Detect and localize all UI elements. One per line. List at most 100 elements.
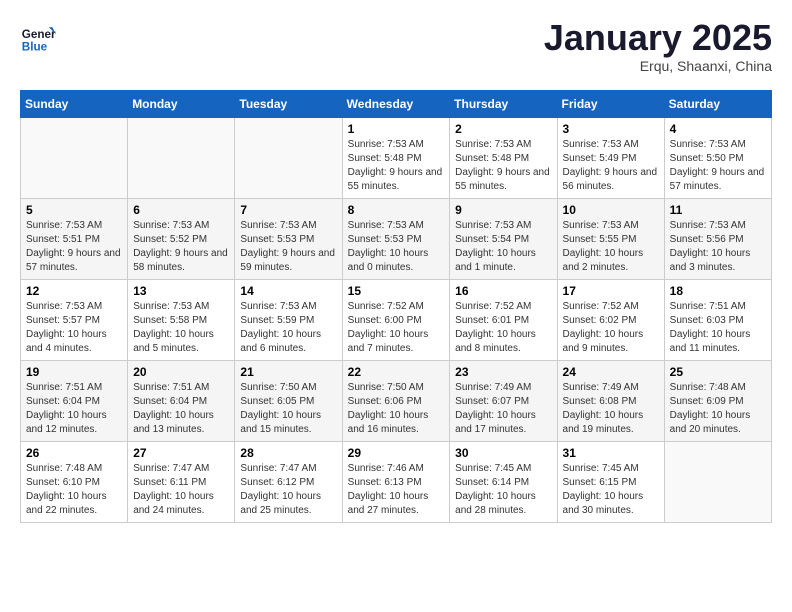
- day-cell: 26 Sunrise: 7:48 AMSunset: 6:10 PMDayligh…: [21, 442, 128, 523]
- week-row-3: 12 Sunrise: 7:53 AMSunset: 5:57 PMDayligh…: [21, 280, 772, 361]
- day-number: 5: [26, 203, 122, 217]
- day-info: Sunrise: 7:53 AMSunset: 5:51 PMDaylight:…: [26, 219, 122, 275]
- day-number: 26: [26, 446, 122, 460]
- day-number: 7: [240, 203, 336, 217]
- day-cell: [664, 442, 771, 523]
- logo: General Blue: [20, 20, 56, 56]
- day-cell: 29 Sunrise: 7:46 AMSunset: 6:13 PMDayligh…: [342, 442, 450, 523]
- day-cell: [21, 118, 128, 199]
- day-info: Sunrise: 7:49 AMSunset: 6:08 PMDaylight:…: [563, 381, 659, 437]
- day-info: Sunrise: 7:53 AMSunset: 5:50 PMDaylight:…: [670, 138, 766, 194]
- day-cell: 24 Sunrise: 7:49 AMSunset: 6:08 PMDayligh…: [557, 361, 664, 442]
- day-number: 15: [348, 284, 445, 298]
- day-cell: 6 Sunrise: 7:53 AMSunset: 5:52 PMDaylight…: [128, 199, 235, 280]
- day-cell: 14 Sunrise: 7:53 AMSunset: 5:59 PMDayligh…: [235, 280, 342, 361]
- day-info: Sunrise: 7:53 AMSunset: 5:53 PMDaylight:…: [348, 219, 445, 275]
- day-info: Sunrise: 7:52 AMSunset: 6:00 PMDaylight:…: [348, 300, 445, 356]
- day-info: Sunrise: 7:45 AMSunset: 6:15 PMDaylight:…: [563, 462, 659, 518]
- day-number: 31: [563, 446, 659, 460]
- day-info: Sunrise: 7:52 AMSunset: 6:01 PMDaylight:…: [455, 300, 551, 356]
- day-info: Sunrise: 7:53 AMSunset: 5:57 PMDaylight:…: [26, 300, 122, 356]
- day-cell: 3 Sunrise: 7:53 AMSunset: 5:49 PMDaylight…: [557, 118, 664, 199]
- day-number: 8: [348, 203, 445, 217]
- day-info: Sunrise: 7:50 AMSunset: 6:05 PMDaylight:…: [240, 381, 336, 437]
- day-info: Sunrise: 7:51 AMSunset: 6:04 PMDaylight:…: [26, 381, 122, 437]
- day-cell: 13 Sunrise: 7:53 AMSunset: 5:58 PMDayligh…: [128, 280, 235, 361]
- weekday-header-row: SundayMondayTuesdayWednesdayThursdayFrid…: [21, 91, 772, 118]
- day-cell: 4 Sunrise: 7:53 AMSunset: 5:50 PMDaylight…: [664, 118, 771, 199]
- day-cell: 18Sunrise: 7:51 AMSunset: 6:03 PMDayligh…: [664, 280, 771, 361]
- day-info: Sunrise: 7:53 AMSunset: 5:48 PMDaylight:…: [348, 138, 445, 194]
- day-number: 24: [563, 365, 659, 379]
- day-number: 10: [563, 203, 659, 217]
- day-info: Sunrise: 7:50 AMSunset: 6:06 PMDaylight:…: [348, 381, 445, 437]
- svg-text:Blue: Blue: [22, 41, 48, 54]
- day-info: Sunrise: 7:53 AMSunset: 5:58 PMDaylight:…: [133, 300, 229, 356]
- day-number: 6: [133, 203, 229, 217]
- day-info: Sunrise: 7:53 AMSunset: 5:59 PMDaylight:…: [240, 300, 336, 356]
- week-row-5: 26 Sunrise: 7:48 AMSunset: 6:10 PMDayligh…: [21, 442, 772, 523]
- day-info: Sunrise: 7:46 AMSunset: 6:13 PMDaylight:…: [348, 462, 445, 518]
- weekday-header-sunday: Sunday: [21, 91, 128, 118]
- day-info: Sunrise: 7:51 AMSunset: 6:03 PMDaylight:…: [670, 300, 766, 356]
- day-info: Sunrise: 7:48 AMSunset: 6:10 PMDaylight:…: [26, 462, 122, 518]
- day-number: 13: [133, 284, 229, 298]
- weekday-header-saturday: Saturday: [664, 91, 771, 118]
- day-cell: 31 Sunrise: 7:45 AMSunset: 6:15 PMDayligh…: [557, 442, 664, 523]
- week-row-1: 1Sunrise: 7:53 AMSunset: 5:48 PMDaylight…: [21, 118, 772, 199]
- day-cell: 28 Sunrise: 7:47 AMSunset: 6:12 PMDayligh…: [235, 442, 342, 523]
- day-number: 30: [455, 446, 551, 460]
- title-block: January 2025 Erqu, Shaanxi, China: [544, 20, 772, 74]
- day-info: Sunrise: 7:53 AMSunset: 5:55 PMDaylight:…: [563, 219, 659, 275]
- day-cell: 27 Sunrise: 7:47 AMSunset: 6:11 PMDayligh…: [128, 442, 235, 523]
- day-info: Sunrise: 7:47 AMSunset: 6:11 PMDaylight:…: [133, 462, 229, 518]
- day-info: Sunrise: 7:45 AMSunset: 6:14 PMDaylight:…: [455, 462, 551, 518]
- day-cell: 16 Sunrise: 7:52 AMSunset: 6:01 PMDayligh…: [450, 280, 557, 361]
- week-row-4: 19 Sunrise: 7:51 AMSunset: 6:04 PMDayligh…: [21, 361, 772, 442]
- logo-icon: General Blue: [20, 20, 56, 56]
- day-cell: 12 Sunrise: 7:53 AMSunset: 5:57 PMDayligh…: [21, 280, 128, 361]
- day-number: 28: [240, 446, 336, 460]
- location: Erqu, Shaanxi, China: [544, 58, 772, 74]
- day-info: Sunrise: 7:53 AMSunset: 5:53 PMDaylight:…: [240, 219, 336, 275]
- day-number: 9: [455, 203, 551, 217]
- day-number: 29: [348, 446, 445, 460]
- day-cell: 25 Sunrise: 7:48 AMSunset: 6:09 PMDayligh…: [664, 361, 771, 442]
- day-number: 23: [455, 365, 551, 379]
- day-number: 27: [133, 446, 229, 460]
- day-number: 3: [563, 122, 659, 136]
- day-number: 21: [240, 365, 336, 379]
- day-info: Sunrise: 7:53 AMSunset: 5:56 PMDaylight:…: [670, 219, 766, 275]
- week-row-2: 5 Sunrise: 7:53 AMSunset: 5:51 PMDaylight…: [21, 199, 772, 280]
- day-info: Sunrise: 7:47 AMSunset: 6:12 PMDaylight:…: [240, 462, 336, 518]
- day-info: Sunrise: 7:53 AMSunset: 5:54 PMDaylight:…: [455, 219, 551, 275]
- page-header: General Blue January 2025 Erqu, Shaanxi,…: [20, 20, 772, 74]
- day-number: 14: [240, 284, 336, 298]
- day-info: Sunrise: 7:48 AMSunset: 6:09 PMDaylight:…: [670, 381, 766, 437]
- day-cell: 22 Sunrise: 7:50 AMSunset: 6:06 PMDayligh…: [342, 361, 450, 442]
- day-cell: 5 Sunrise: 7:53 AMSunset: 5:51 PMDaylight…: [21, 199, 128, 280]
- weekday-header-tuesday: Tuesday: [235, 91, 342, 118]
- day-number: 19: [26, 365, 122, 379]
- day-number: 22: [348, 365, 445, 379]
- day-info: Sunrise: 7:51 AMSunset: 6:04 PMDaylight:…: [133, 381, 229, 437]
- weekday-header-wednesday: Wednesday: [342, 91, 450, 118]
- weekday-header-monday: Monday: [128, 91, 235, 118]
- day-cell: 10 Sunrise: 7:53 AMSunset: 5:55 PMDayligh…: [557, 199, 664, 280]
- day-number: 12: [26, 284, 122, 298]
- day-info: Sunrise: 7:52 AMSunset: 6:02 PMDaylight:…: [563, 300, 659, 356]
- day-cell: [235, 118, 342, 199]
- day-cell: 21 Sunrise: 7:50 AMSunset: 6:05 PMDayligh…: [235, 361, 342, 442]
- day-number: 16: [455, 284, 551, 298]
- day-info: Sunrise: 7:53 AMSunset: 5:49 PMDaylight:…: [563, 138, 659, 194]
- day-cell: 2 Sunrise: 7:53 AMSunset: 5:48 PMDaylight…: [450, 118, 557, 199]
- day-number: 4: [670, 122, 766, 136]
- day-cell: 1Sunrise: 7:53 AMSunset: 5:48 PMDaylight…: [342, 118, 450, 199]
- day-info: Sunrise: 7:53 AMSunset: 5:48 PMDaylight:…: [455, 138, 551, 194]
- day-number: 2: [455, 122, 551, 136]
- day-number: 25: [670, 365, 766, 379]
- day-cell: 11Sunrise: 7:53 AMSunset: 5:56 PMDayligh…: [664, 199, 771, 280]
- day-cell: [128, 118, 235, 199]
- day-info: Sunrise: 7:49 AMSunset: 6:07 PMDaylight:…: [455, 381, 551, 437]
- day-info: Sunrise: 7:53 AMSunset: 5:52 PMDaylight:…: [133, 219, 229, 275]
